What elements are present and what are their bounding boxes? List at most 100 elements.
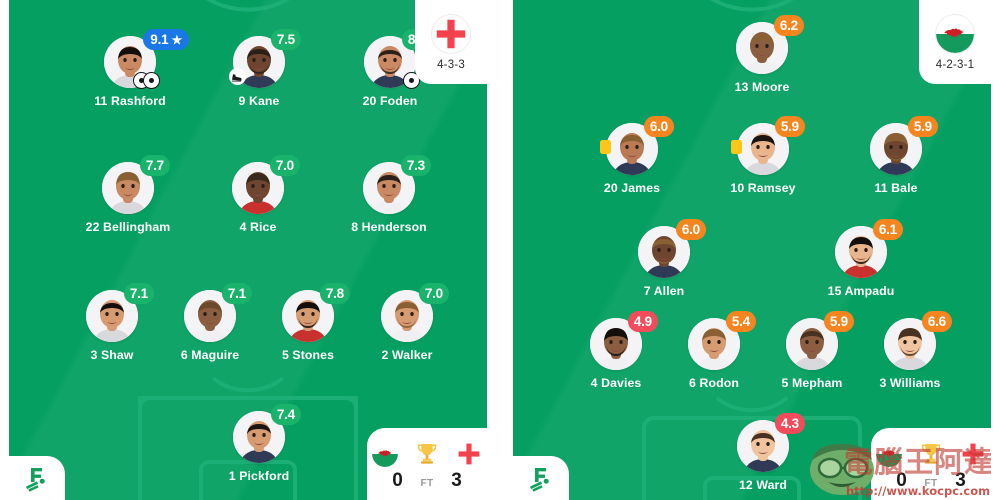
player-card[interactable]: 6.1 15 Ampadu	[801, 219, 921, 298]
player-avatar-wrap[interactable]: 6.6	[884, 311, 952, 370]
player-name-label: 22 Bellingham	[85, 220, 171, 234]
player-rating-value: 5.4	[731, 314, 750, 329]
player-avatar-wrap[interactable]: 7.0	[381, 283, 449, 342]
trophy-icon	[918, 440, 944, 467]
player-rating-value: 6.6	[927, 314, 946, 329]
player-avatar-wrap[interactable]: 7.5	[229, 29, 301, 88]
player-rating-value: 7.1	[129, 286, 148, 301]
player-name-label: 11 Bale	[874, 181, 918, 195]
player-name-label: 3 Williams	[879, 376, 941, 390]
away-score: 3	[955, 469, 966, 491]
player-rating-value: 7.3	[406, 158, 425, 173]
player-avatar-wrap[interactable]: 7.0	[232, 155, 300, 214]
formation-label: 4-3-3	[437, 58, 465, 71]
player-rating-value: 6.0	[649, 119, 668, 134]
player-avatar-wrap[interactable]: 5.9	[870, 116, 938, 175]
player-rating-badge: 7.3	[400, 155, 431, 176]
home-score: 0	[392, 469, 403, 491]
player-card[interactable]: 5.9 11 Bale	[836, 116, 956, 195]
player-rating-badge: 9.1 ★	[143, 29, 189, 50]
player-avatar-wrap[interactable]: 6.0	[600, 116, 674, 175]
team-badge-card-wales[interactable]: 4-2-3-1	[919, 0, 991, 84]
player-avatar-wrap[interactable]: 4.3	[737, 413, 805, 472]
player-name-label: 13 Moore	[734, 80, 790, 94]
player-card[interactable]: 7.0 2 Walker	[347, 283, 467, 362]
player-rating-badge: 6.0	[643, 116, 674, 137]
team-badge-card-england[interactable]: 4-3-3	[415, 0, 487, 84]
player-rating-value: 7.7	[145, 158, 164, 173]
score-card[interactable]: 0 FT 3	[871, 428, 991, 500]
player-rating-value: 6.2	[779, 18, 798, 33]
wales-flag-badge	[372, 440, 398, 467]
player-avatar-wrap[interactable]: 7.8	[282, 283, 350, 342]
player-avatar-wrap[interactable]: 6.2	[736, 15, 804, 74]
player-avatar-wrap[interactable]: 5.9	[786, 311, 854, 370]
player-avatar-wrap[interactable]: 9.1 ★	[104, 29, 189, 89]
player-avatar-wrap[interactable]: 8.0	[364, 29, 432, 89]
goal-ball-icon	[143, 72, 160, 89]
player-rating-value: 7.0	[424, 286, 443, 301]
player-name-label: 20 Foden	[362, 94, 418, 108]
player-card[interactable]: 7.3 8 Henderson	[329, 155, 449, 234]
player-rating-value: 5.9	[829, 314, 848, 329]
player-avatar-wrap[interactable]: 6.0	[638, 219, 706, 278]
england-flag-badge	[960, 440, 986, 467]
score-numbers: 0 FT 3	[894, 470, 967, 492]
yellow-card-icon	[731, 140, 742, 154]
player-card[interactable]: 4.3 12 Ward	[703, 413, 823, 492]
player-rating-badge: 7.4	[270, 404, 301, 425]
match-status: FT	[420, 477, 434, 489]
player-rating-value: 5.9	[913, 119, 932, 134]
player-name-label: 9 Kane	[238, 94, 280, 108]
player-rating-badge: 4.3	[774, 413, 805, 434]
app-logo-notch[interactable]	[513, 456, 569, 500]
england-flag-badge	[456, 440, 482, 467]
player-rating-value: 7.5	[276, 32, 295, 47]
player-rating-value: 7.4	[276, 407, 295, 422]
player-name-label: 15 Ampadu	[827, 284, 895, 298]
motm-star-icon: ★	[171, 32, 182, 47]
player-card[interactable]: 9.1 ★ 11 Rashford	[70, 29, 190, 108]
player-avatar-wrap[interactable]: 6.1	[835, 219, 903, 278]
player-avatar-wrap[interactable]: 4.9	[590, 311, 658, 370]
player-avatar-wrap[interactable]: 7.7	[102, 155, 170, 214]
player-name-label: 10 Ramsey	[730, 181, 796, 195]
player-card[interactable]: 5.9 10 Ramsey	[703, 116, 823, 195]
player-avatar-wrap[interactable]: 7.4	[233, 404, 301, 463]
goal-icon-group	[133, 72, 160, 89]
score-card[interactable]: 0 FT 3	[367, 428, 487, 500]
player-avatar-wrap[interactable]: 5.9	[731, 116, 805, 175]
player-rating-value: 6.0	[681, 222, 700, 237]
player-avatar-wrap[interactable]: 7.1	[86, 283, 154, 342]
player-rating-value: 4.9	[633, 314, 652, 329]
team-panel-england: 4-3-3 9.1★ 11 Rashford 7.5 9 Kane 8.0 20 Fode…	[9, 0, 487, 500]
player-card[interactable]: 7.7 22 Bellingham	[68, 155, 188, 234]
player-card[interactable]: 7.5 9 Kane	[199, 29, 319, 108]
player-card[interactable]: 7.4 1 Pickford	[199, 404, 319, 483]
player-card[interactable]: 6.6 3 Williams	[850, 311, 970, 390]
player-name-label: 2 Walker	[381, 348, 433, 362]
player-card[interactable]: 6.0 7 Allen	[604, 219, 724, 298]
wales-flag-badge	[876, 440, 902, 467]
player-name-label: 11 Rashford	[94, 94, 166, 108]
player-name-label: 12 Ward	[738, 478, 788, 492]
fotmob-logo-icon	[26, 468, 45, 492]
player-card[interactable]: 6.2 13 Moore	[702, 15, 822, 94]
player-rating-badge: 6.0	[675, 219, 706, 240]
player-avatar-wrap[interactable]: 5.4	[688, 311, 756, 370]
player-rating-badge: 6.1	[872, 219, 903, 240]
player-rating-value: 4.3	[780, 416, 799, 431]
player-name-label: 20 James	[603, 181, 661, 195]
lineups-screen: 4-3-3 9.1★ 11 Rashford 7.5 9 Kane 8.0 20 Fode…	[0, 0, 1000, 500]
player-name-label: 1 Pickford	[228, 469, 290, 483]
player-rating-badge: 5.9	[774, 116, 805, 137]
yellow-card-icon	[600, 140, 611, 154]
player-rating-badge: 7.8	[319, 283, 350, 304]
player-card[interactable]: 6.0 20 James	[572, 116, 692, 195]
app-logo-notch[interactable]	[9, 456, 65, 500]
player-rating-value: 5.9	[780, 119, 799, 134]
player-avatar-wrap[interactable]: 7.1	[184, 283, 252, 342]
player-avatar-wrap[interactable]: 7.3	[363, 155, 431, 214]
player-card[interactable]: 7.0 4 Rice	[198, 155, 318, 234]
home-score: 0	[896, 469, 907, 491]
